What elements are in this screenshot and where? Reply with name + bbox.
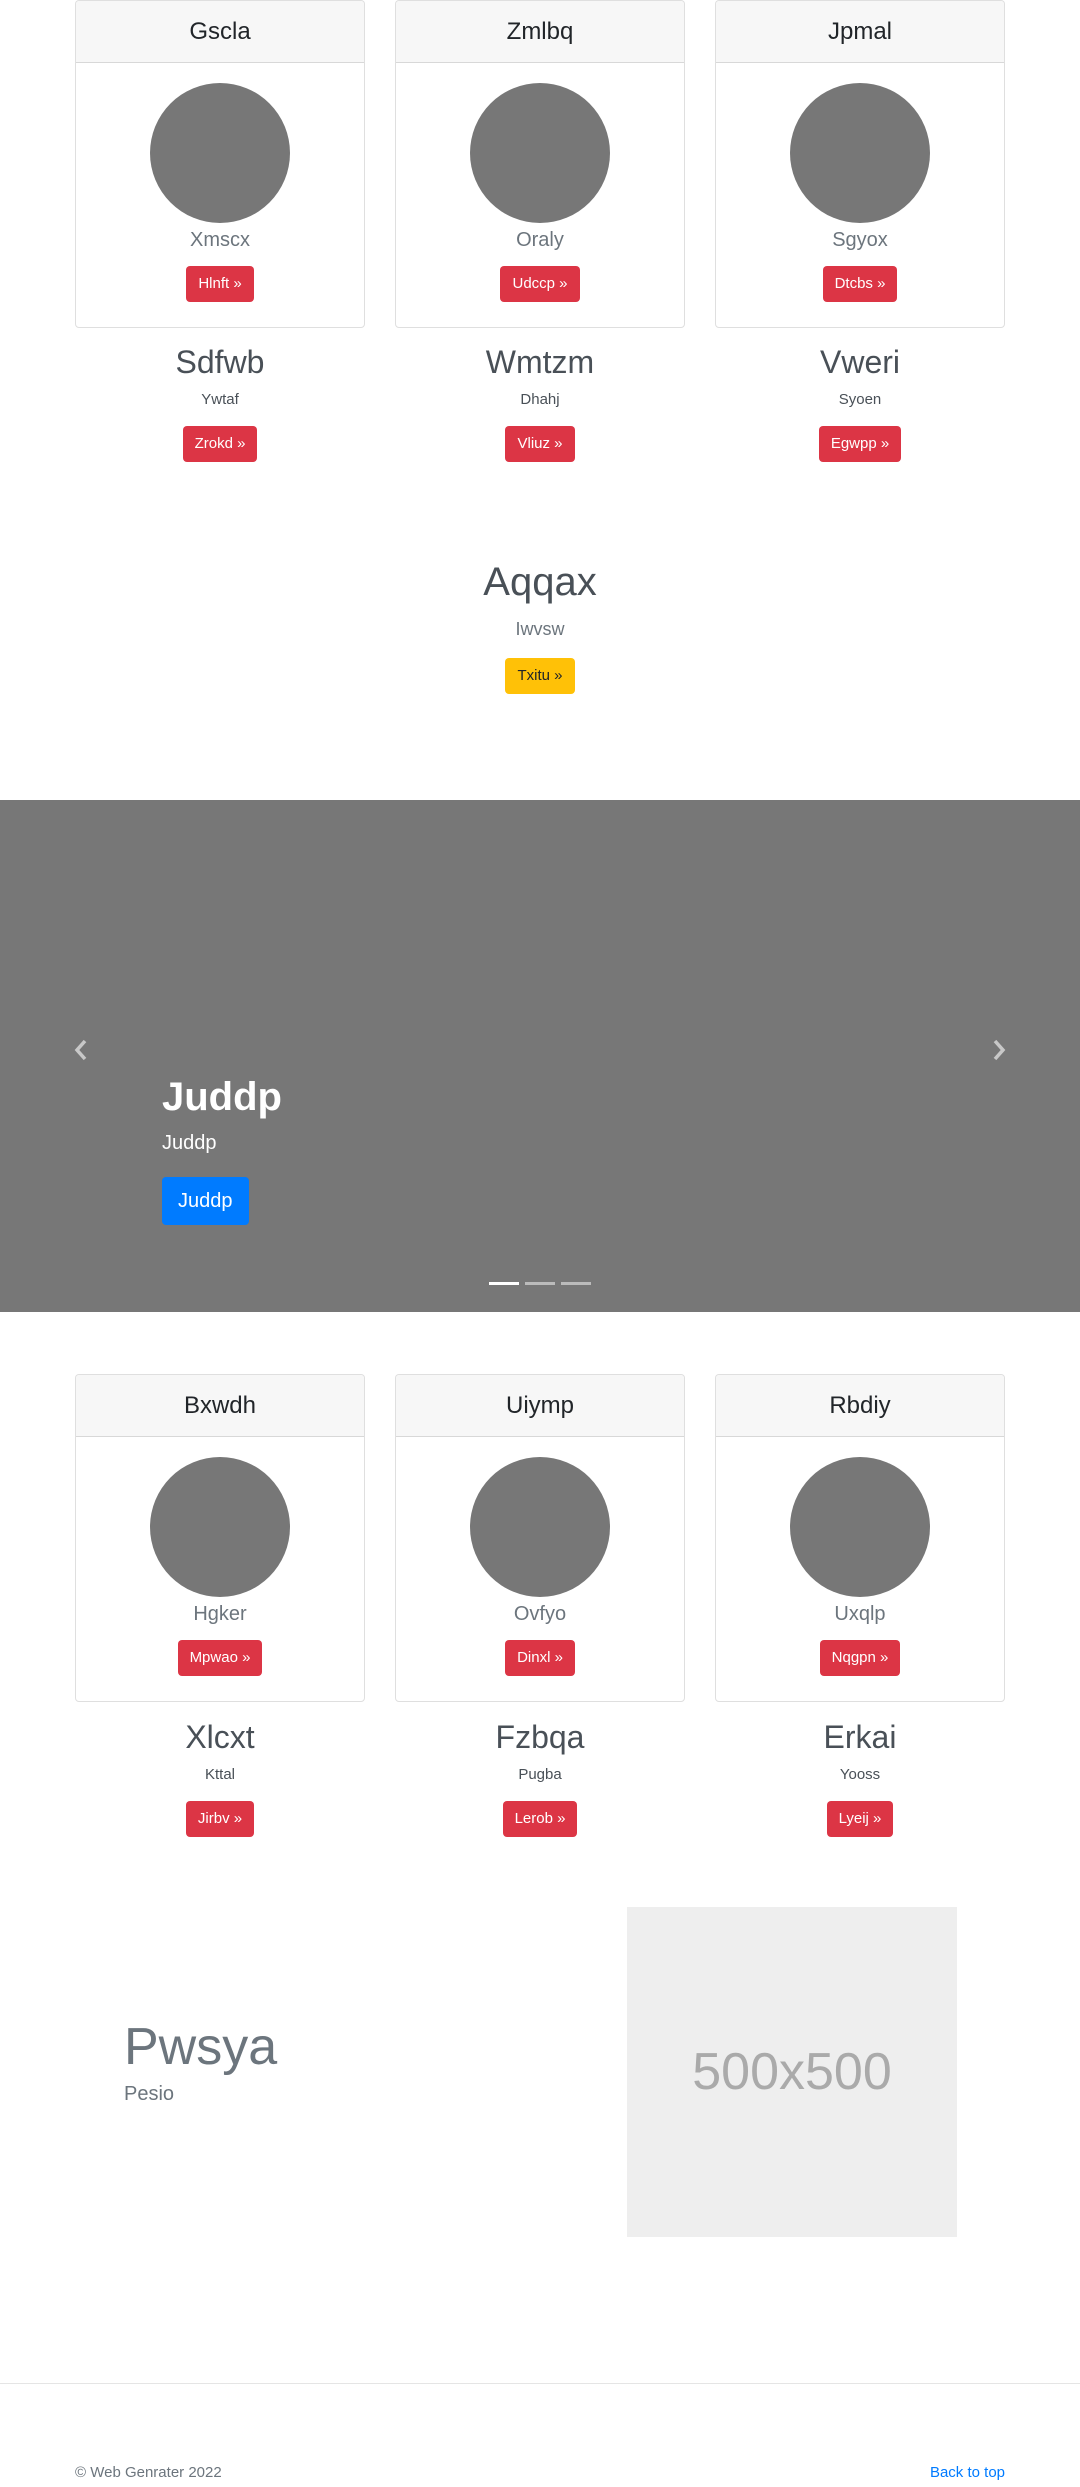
card: Zmlbq Oraly Udccp » xyxy=(395,0,685,328)
feature-column: Sdfwb Ywtaf Zrokd » xyxy=(75,330,365,462)
feature-column: Wmtzm Dhahj Vliuz » xyxy=(395,330,685,462)
chevron-right-icon[interactable] xyxy=(984,1038,1014,1068)
feature-title: Vweri xyxy=(819,344,900,380)
card: Rbdiy Uxqlp Nqgpn » xyxy=(715,1374,1005,1702)
card-subtitle: Oraly xyxy=(516,229,564,251)
feature-button[interactable]: Lerob » xyxy=(502,1801,578,1837)
card-title: Jpmal xyxy=(716,1,1004,63)
feature-title: Fzbqa xyxy=(495,1719,585,1755)
feature-row-top: Sdfwb Ywtaf Zrokd » Wmtzm Dhahj Vliuz » … xyxy=(75,330,1005,462)
carousel-caption: Juddp Juddp Juddp xyxy=(162,1075,282,1225)
card-subtitle: Xmscx xyxy=(190,229,250,251)
carousel-indicators xyxy=(0,1282,1080,1285)
carousel: Juddp Juddp Juddp xyxy=(0,800,1080,1312)
card-title: Zmlbq xyxy=(396,1,684,63)
feature-button[interactable]: Zrokd » xyxy=(182,426,258,462)
carousel-indicator[interactable] xyxy=(561,1282,591,1285)
avatar xyxy=(470,83,610,223)
card-title: Uiymp xyxy=(396,1375,684,1437)
card-button[interactable]: Mpwao » xyxy=(177,1640,263,1676)
card-button[interactable]: Udccp » xyxy=(500,266,580,302)
hero-title: Aqqax xyxy=(483,560,597,604)
card-button[interactable]: Dinxl » xyxy=(505,1640,575,1676)
footer: © Web Genrater 2022 Back to top xyxy=(0,2383,1080,2487)
feature-button[interactable]: Vliuz » xyxy=(505,426,575,462)
feature-column: Vweri Syoen Egwpp » xyxy=(715,330,1005,462)
carousel-text: Juddp xyxy=(162,1132,217,1154)
avatar xyxy=(790,83,930,223)
feature-column: Xlcxt Kttal Jirbv » xyxy=(75,1705,365,1837)
avatar xyxy=(150,1457,290,1597)
card-button[interactable]: Dtcbs » xyxy=(822,266,898,302)
feature-text: Pugba xyxy=(518,1766,562,1783)
card-subtitle: Hgker xyxy=(193,1603,247,1625)
carousel-title: Juddp xyxy=(162,1075,282,1119)
feature-button[interactable]: Egwpp » xyxy=(818,426,902,462)
feature-text: Ywtaf xyxy=(201,391,239,408)
featurette-subheading: Pesio xyxy=(124,2083,175,2105)
card: Gscla Xmscx Hlnft » xyxy=(75,0,365,328)
copyright-text: © Web Genrater 2022 xyxy=(75,2464,222,2481)
placeholder-label: 500x500 xyxy=(692,2043,892,2101)
feature-text: Yooss xyxy=(839,1766,881,1783)
feature-text: Syoen xyxy=(838,391,882,408)
featurette-heading: Pwsya xyxy=(124,2018,278,2076)
feature-title: Sdfwb xyxy=(175,344,265,380)
card-subtitle: Sgyox xyxy=(832,229,888,251)
card-title: Gscla xyxy=(76,1,364,63)
card-row-top: Gscla Xmscx Hlnft » Zmlbq Oraly Udccp » … xyxy=(75,0,1005,328)
avatar xyxy=(150,83,290,223)
feature-title: Erkai xyxy=(823,1719,897,1755)
feature-button[interactable]: Lyeij » xyxy=(826,1801,894,1837)
feature-text: Dhahj xyxy=(520,391,560,408)
feature-row-bottom: Xlcxt Kttal Jirbv » Fzbqa Pugba Lerob » … xyxy=(75,1705,1005,1837)
feature-column: Fzbqa Pugba Lerob » xyxy=(395,1705,685,1837)
card: Bxwdh Hgker Mpwao » xyxy=(75,1374,365,1702)
carousel-indicator[interactable] xyxy=(525,1282,555,1285)
card-subtitle: Uxqlp xyxy=(834,1603,886,1625)
card-title: Bxwdh xyxy=(76,1375,364,1437)
back-to-top-link[interactable]: Back to top xyxy=(930,2464,1005,2481)
featurette: Pwsya Pesio 500x500 xyxy=(0,1907,1080,2237)
card: Jpmal Sgyox Dtcbs » xyxy=(715,0,1005,328)
feature-title: Wmtzm xyxy=(485,344,595,380)
card: Uiymp Ovfyo Dinxl » xyxy=(395,1374,685,1702)
hero-button[interactable]: Txitu » xyxy=(505,658,575,694)
carousel-button[interactable]: Juddp xyxy=(162,1177,249,1225)
avatar xyxy=(470,1457,610,1597)
feature-title: Xlcxt xyxy=(185,1719,255,1755)
carousel-indicator[interactable] xyxy=(489,1282,519,1285)
feature-button[interactable]: Jirbv » xyxy=(185,1801,255,1837)
card-button[interactable]: Nqgpn » xyxy=(819,1640,901,1676)
avatar xyxy=(790,1457,930,1597)
feature-column: Erkai Yooss Lyeij » xyxy=(715,1705,1005,1837)
hero-section: Aqqax Iwvsw Txitu » xyxy=(0,560,1080,694)
card-subtitle: Ovfyo xyxy=(513,1603,567,1625)
card-title: Rbdiy xyxy=(716,1375,1004,1437)
chevron-left-icon[interactable] xyxy=(66,1038,96,1068)
card-row-bottom: Bxwdh Hgker Mpwao » Uiymp Ovfyo Dinxl » … xyxy=(75,1374,1005,1702)
placeholder-image: 500x500 xyxy=(627,1907,957,2237)
hero-subtitle: Iwvsw xyxy=(515,619,565,639)
card-button[interactable]: Hlnft » xyxy=(186,266,254,302)
feature-text: Kttal xyxy=(204,1766,235,1783)
